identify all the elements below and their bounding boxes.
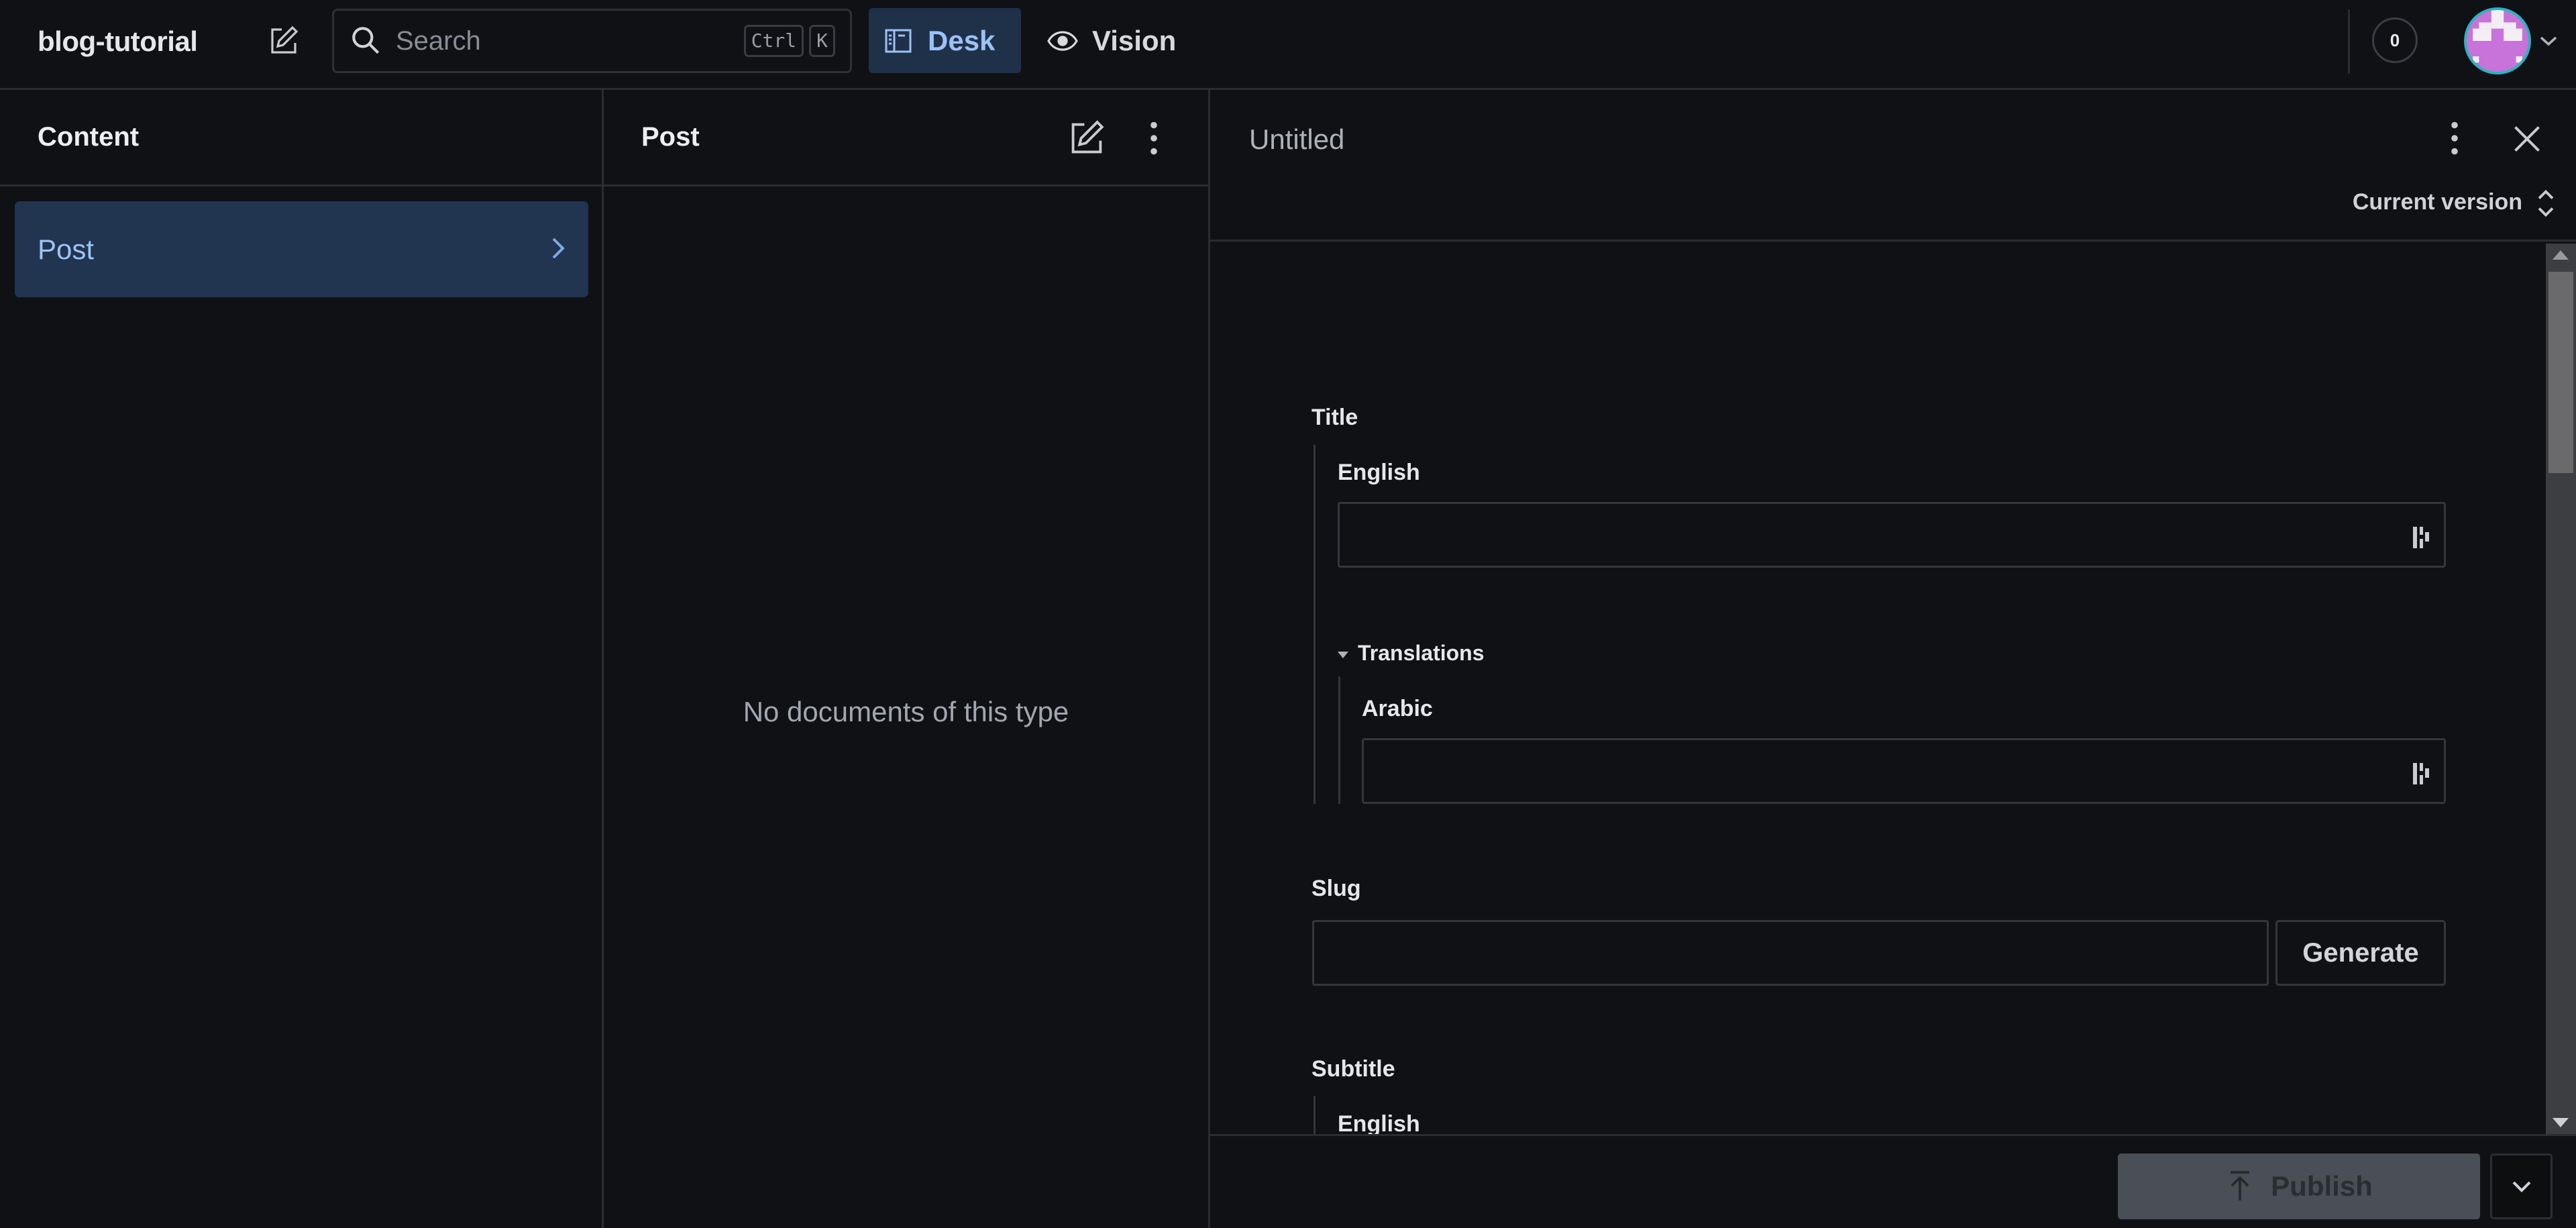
slug-input[interactable] bbox=[1312, 920, 2269, 986]
empty-state-message: No documents of this type bbox=[743, 696, 1069, 727]
content-pane-header: Content bbox=[0, 90, 602, 187]
pane-title: Content bbox=[38, 122, 140, 152]
field-label-arabic: Arabic bbox=[1362, 696, 1433, 721]
translate-icon[interactable] bbox=[2412, 524, 2434, 551]
scroll-down-arrow-icon[interactable] bbox=[2553, 1118, 2569, 1127]
field-group-border bbox=[1313, 1096, 1316, 1134]
list-item-post[interactable]: Post bbox=[15, 201, 588, 297]
notification-badge[interactable]: 0 bbox=[2372, 17, 2418, 63]
search-icon bbox=[352, 27, 380, 54]
field-group-border bbox=[1313, 445, 1316, 804]
pane-title: Post bbox=[641, 122, 700, 152]
shortcut-key-k: K bbox=[809, 25, 835, 57]
user-avatar[interactable] bbox=[2464, 7, 2531, 74]
document-footer: Publish bbox=[1210, 1134, 2576, 1228]
avatar-pattern-icon bbox=[2467, 10, 2528, 72]
top-navbar: blog-tutorial Search Ctrl K Desk Vision … bbox=[0, 0, 2576, 90]
chevron-right-icon bbox=[552, 238, 565, 259]
tool-tab-desk[interactable]: Desk bbox=[869, 8, 1021, 73]
translations-label: Translations bbox=[1358, 641, 1485, 665]
generate-slug-button[interactable]: Generate bbox=[2275, 920, 2446, 986]
field-label-subtitle: Subtitle bbox=[1311, 1056, 1395, 1082]
title-english-input[interactable] bbox=[1338, 502, 2446, 568]
title-arabic-input[interactable] bbox=[1362, 738, 2446, 804]
close-icon[interactable] bbox=[2510, 122, 2544, 156]
project-name[interactable]: blog-tutorial bbox=[38, 25, 198, 58]
caret-down-icon bbox=[1338, 651, 1348, 658]
more-vertical-icon[interactable] bbox=[1144, 118, 1164, 158]
content-pane: Content Post bbox=[0, 90, 604, 1228]
field-label-slug: Slug bbox=[1311, 876, 1361, 901]
field-label-english: English bbox=[1338, 460, 1420, 485]
compose-icon bbox=[271, 25, 299, 54]
publish-icon bbox=[2231, 1171, 2250, 1200]
document-header: Untitled Current version bbox=[1210, 90, 2576, 242]
tool-tab-desk-label: Desk bbox=[928, 24, 996, 56]
document-pane: Untitled Current version Title English T… bbox=[1210, 90, 2576, 1228]
document-form: Title English Translations Arabic Slug G… bbox=[1210, 244, 2576, 1134]
field-label-english: English bbox=[1338, 1111, 1420, 1134]
translate-icon[interactable] bbox=[2412, 760, 2434, 787]
post-pane-header: Post bbox=[604, 90, 1208, 187]
scrollbar[interactable] bbox=[2546, 244, 2576, 1134]
version-selector[interactable]: Current version bbox=[2353, 189, 2522, 215]
desk-icon bbox=[885, 29, 912, 52]
search-input[interactable]: Search bbox=[396, 26, 744, 56]
chevron-down-icon bbox=[2512, 1181, 2530, 1192]
tool-tab-vision-label: Vision bbox=[1092, 24, 1177, 56]
translations-group-border bbox=[1338, 676, 1340, 804]
chevron-up-down-icon[interactable] bbox=[2536, 187, 2556, 220]
compose-icon[interactable] bbox=[1067, 118, 1107, 158]
tool-tab-vision[interactable]: Vision bbox=[1036, 8, 1191, 73]
eye-icon bbox=[1047, 30, 1078, 51]
post-list-pane: Post No documents of this type bbox=[604, 90, 1210, 1228]
publish-label: Publish bbox=[2271, 1170, 2373, 1202]
publish-options-button[interactable] bbox=[2490, 1154, 2553, 1219]
chevron-down-icon[interactable] bbox=[2538, 32, 2559, 50]
document-title: Untitled bbox=[1249, 123, 1345, 155]
more-vertical-icon[interactable] bbox=[2445, 118, 2465, 158]
publish-button[interactable]: Publish bbox=[2118, 1154, 2480, 1219]
shortcut-key-ctrl: Ctrl bbox=[743, 25, 804, 57]
translations-toggle[interactable]: Translations bbox=[1338, 641, 1485, 666]
scroll-up-arrow-icon[interactable] bbox=[2553, 250, 2569, 260]
divider bbox=[2348, 9, 2350, 74]
search-box[interactable]: Search Ctrl K bbox=[332, 9, 852, 73]
list-item-label: Post bbox=[38, 234, 95, 265]
scrollbar-thumb[interactable] bbox=[2548, 272, 2573, 473]
field-label-title: Title bbox=[1311, 405, 1358, 430]
new-document-button[interactable] bbox=[263, 20, 305, 62]
